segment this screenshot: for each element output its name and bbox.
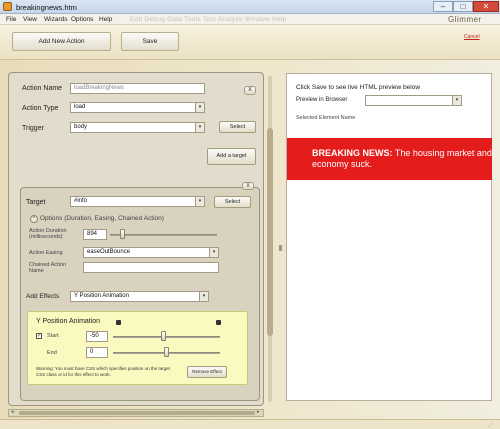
- action-name-input[interactable]: loadBreakingNews: [70, 83, 205, 94]
- start-input[interactable]: -50: [86, 331, 108, 342]
- chevron-down-icon: ▾: [195, 103, 204, 112]
- add-effects-label: Add Effects: [26, 293, 60, 300]
- end-slider-thumb[interactable]: [163, 347, 169, 357]
- duration-slider-thumb[interactable]: [119, 229, 125, 239]
- effect-title: Y Position Animation: [36, 318, 101, 325]
- easing-dropdown[interactable]: easeOutBounce ▾: [83, 247, 219, 258]
- title-bar: breakingnews.htm – □ ✕: [0, 0, 500, 14]
- brand-logo: Glimmer: [448, 15, 482, 24]
- chevron-down-icon: ▾: [195, 197, 204, 206]
- end-label: End: [47, 350, 57, 356]
- end-input[interactable]: 0: [86, 347, 108, 358]
- trigger-label: Trigger: [22, 125, 44, 132]
- chevron-down-icon: ▾: [209, 248, 218, 257]
- chevron-down-icon: ▾: [195, 123, 204, 132]
- preview-hint: Click Save to see live HTML preview belo…: [296, 84, 421, 91]
- chevron-down-icon: ▾: [199, 292, 208, 301]
- menu-bar: File View Wizards Options Help Edit Debu…: [0, 14, 500, 25]
- left-vertical-scrollbar[interactable]: [265, 70, 275, 408]
- close-action-button[interactable]: X: [244, 86, 256, 95]
- menu-options[interactable]: Options: [71, 16, 93, 23]
- target-label: Target: [26, 199, 46, 206]
- action-type-dropdown[interactable]: load ▾: [70, 102, 205, 113]
- start-checkbox[interactable]: ✓: [36, 333, 42, 339]
- remove-effect-button[interactable]: Remove Effect: [187, 366, 227, 378]
- add-effects-dropdown[interactable]: Y Position Animation ▾: [70, 291, 209, 302]
- duration-input[interactable]: 894: [83, 229, 107, 240]
- start-slider-thumb[interactable]: [161, 331, 167, 341]
- selected-element-label: Selected Element Name: [296, 115, 356, 121]
- chained-action-label: Chained Action Name: [29, 262, 66, 274]
- effect-warning: Warning: You must have CSS which specifi…: [36, 366, 170, 377]
- news-text: The housing market and: [392, 148, 492, 158]
- window-title: breakingnews.htm: [16, 3, 77, 12]
- minimize-button[interactable]: –: [433, 1, 453, 12]
- chevron-down-icon: ▾: [452, 96, 461, 105]
- scroll-right-arrow-icon[interactable]: ▸: [257, 409, 260, 415]
- scroll-thumb[interactable]: [267, 128, 273, 336]
- scroll-thumb[interactable]: [19, 411, 255, 415]
- bookmark-icon[interactable]: [216, 320, 221, 325]
- cancel-link[interactable]: Cancel: [464, 34, 480, 40]
- preview-in-browser-label: Preview in Browser: [296, 97, 348, 103]
- duration-slider-track[interactable]: [110, 234, 217, 236]
- target-value: #info: [74, 198, 88, 204]
- save-button[interactable]: Save: [121, 32, 179, 51]
- app-icon: [3, 2, 12, 11]
- target-select-button[interactable]: Select: [214, 196, 251, 208]
- menu-view[interactable]: View: [23, 16, 37, 23]
- menu-wizards[interactable]: Wizards: [44, 16, 67, 23]
- left-horizontal-scrollbar[interactable]: ◂ ▸: [8, 409, 264, 417]
- trigger-value: body: [74, 124, 88, 130]
- background-menu-ghost: Edit Debug Data Tools Test Analyze Windo…: [130, 16, 287, 23]
- close-target-button[interactable]: X: [242, 182, 254, 190]
- chained-action-input[interactable]: [83, 262, 219, 273]
- options-section-label: Options (Duration, Easing, Chained Actio…: [40, 215, 164, 222]
- breaking-news-banner: BREAKING NEWS: The housing market and ec…: [287, 138, 492, 180]
- news-line-2: economy suck.: [312, 159, 373, 169]
- status-bar: ⋰: [0, 419, 500, 429]
- scroll-left-arrow-icon[interactable]: ◂: [11, 409, 14, 415]
- easing-label: Action Easing: [29, 250, 63, 256]
- preview-in-browser-dropdown[interactable]: ▾: [365, 95, 462, 106]
- preview-panel: [286, 73, 492, 401]
- add-target-button[interactable]: Add a target: [207, 148, 256, 165]
- news-bold-heading: BREAKING NEWS:: [312, 148, 393, 158]
- action-name-label: Action Name: [22, 85, 63, 92]
- add-new-action-button[interactable]: Add New Action: [12, 32, 111, 51]
- add-effects-value: Y Position Animation: [74, 293, 129, 299]
- save-icon[interactable]: [116, 320, 121, 325]
- duration-label: Action Duration (milliseconds): [29, 228, 67, 240]
- menu-help[interactable]: Help: [99, 16, 112, 23]
- action-type-value: load: [74, 104, 86, 110]
- trigger-dropdown[interactable]: body ▾: [70, 122, 205, 133]
- start-label: Start: [47, 333, 59, 339]
- menu-file[interactable]: File: [6, 16, 16, 23]
- action-type-label: Action Type: [22, 105, 59, 112]
- resize-grip-icon[interactable]: ⋰: [488, 421, 494, 428]
- easing-value: easeOutBounce: [87, 249, 131, 255]
- start-slider-track[interactable]: [113, 336, 220, 338]
- maximize-button[interactable]: □: [453, 1, 473, 12]
- panel-splitter[interactable]: [279, 245, 282, 251]
- close-window-button[interactable]: ✕: [473, 1, 499, 12]
- collapse-options-icon[interactable]: ^: [30, 215, 38, 223]
- trigger-select-button[interactable]: Select: [219, 121, 256, 133]
- target-dropdown[interactable]: #info ▾: [70, 196, 205, 207]
- news-line-1: BREAKING NEWS: The housing market and: [312, 148, 492, 158]
